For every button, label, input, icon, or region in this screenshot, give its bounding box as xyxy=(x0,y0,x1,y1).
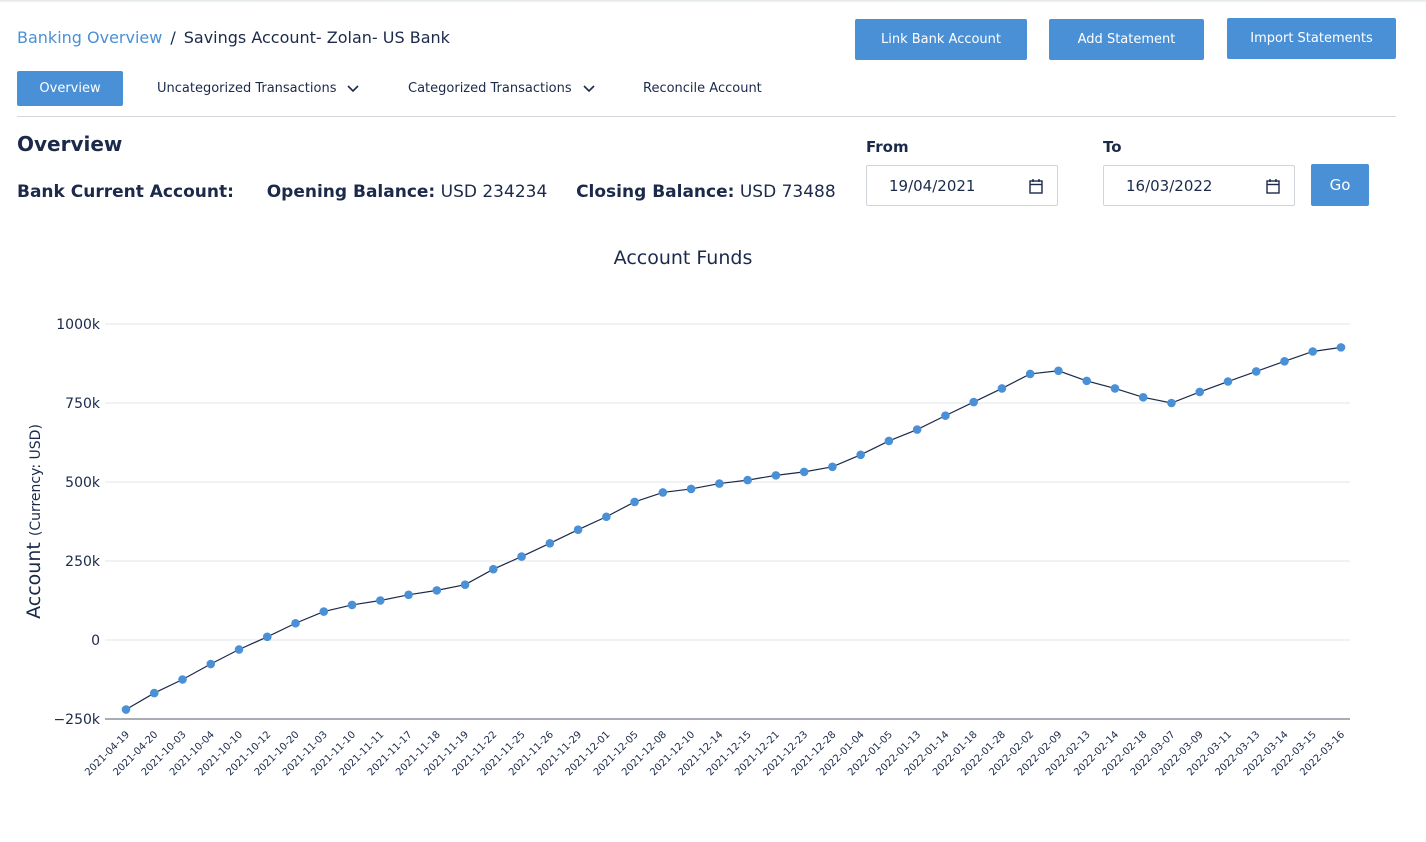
add-statement-button[interactable]: Add Statement xyxy=(1049,19,1204,60)
data-point xyxy=(178,675,187,684)
tab-categorized-transactions[interactable]: Categorized Transactions xyxy=(408,71,596,106)
data-point xyxy=(121,705,131,714)
from-date-input[interactable]: 19/04/2021 xyxy=(866,165,1058,206)
data-point xyxy=(573,525,583,535)
data-point xyxy=(969,397,978,407)
data-point xyxy=(884,436,894,446)
to-date-input[interactable]: 16/03/2022 xyxy=(1103,165,1295,206)
chevron-down-icon xyxy=(347,84,360,92)
data-point xyxy=(517,552,526,561)
y-tick-label: 500k xyxy=(65,475,101,491)
data-point xyxy=(1138,393,1148,402)
data-point xyxy=(941,411,950,420)
y-tick-label: 750k xyxy=(65,396,101,412)
calendar-icon[interactable] xyxy=(1266,178,1280,194)
data-point xyxy=(771,471,781,480)
data-point xyxy=(262,632,272,642)
account-funds-chart: Account Funds −250k 0 250k 500k 750k 1000k Acco… xyxy=(23,247,1350,778)
go-button[interactable]: Go xyxy=(1311,164,1369,206)
data-point xyxy=(545,539,555,548)
to-label: To xyxy=(1103,138,1122,156)
y-tick-label: 1000k xyxy=(56,317,101,333)
chevron-down-icon xyxy=(583,84,595,92)
data-point xyxy=(1280,356,1289,366)
series-line xyxy=(125,346,1342,711)
data-point xyxy=(319,607,329,616)
data-point xyxy=(1054,366,1063,376)
opening-balance-label: Opening Balance: xyxy=(266,182,436,202)
tab-reconcile-account[interactable]: Reconcile Account xyxy=(643,71,762,106)
data-point xyxy=(376,596,385,605)
data-point xyxy=(743,475,752,485)
from-label: From xyxy=(866,138,909,156)
calendar-icon[interactable] xyxy=(1029,178,1043,194)
data-point xyxy=(912,425,922,434)
y-axis-label: Account (Currency: USD) xyxy=(23,424,45,619)
tab-uncategorized-label: Uncategorized Transactions xyxy=(157,81,337,96)
breadcrumb-banking-overview-link[interactable]: Banking Overview xyxy=(17,28,162,47)
overview-title: Overview xyxy=(17,132,123,156)
data-point xyxy=(489,564,498,574)
data-point xyxy=(1025,369,1035,379)
data-point xyxy=(460,580,470,589)
tab-divider xyxy=(17,116,1396,117)
closing-balance-label: Closing Balance: xyxy=(576,182,735,202)
breadcrumb-current: Savings Account- Zolan- US Bank xyxy=(183,28,450,47)
chart-title: Account Funds xyxy=(614,247,753,269)
data-point xyxy=(1167,398,1176,408)
tab-uncategorized-transactions[interactable]: Uncategorized Transactions xyxy=(157,71,360,106)
data-point xyxy=(291,618,300,628)
balance-summary: Bank Current Account: Opening Balance: U… xyxy=(17,182,836,202)
tab-overview[interactable]: Overview xyxy=(17,71,123,106)
closing-balance-value: USD 73488 xyxy=(739,182,836,202)
data-point xyxy=(1195,387,1205,397)
y-tick-label: −250k xyxy=(53,712,100,728)
link-bank-account-button[interactable]: Link Bank Account xyxy=(855,19,1027,60)
y-tick-label: 250k xyxy=(65,554,101,570)
data-point xyxy=(799,467,809,477)
y-axis-label-main: Account xyxy=(23,536,45,619)
tab-overview-label: Overview xyxy=(39,81,101,96)
breadcrumb-separator: / xyxy=(170,28,176,47)
top-shadow xyxy=(0,0,1426,3)
data-point xyxy=(997,384,1007,393)
data-point xyxy=(1308,347,1318,356)
data-point xyxy=(347,600,357,610)
data-point xyxy=(828,462,837,472)
to-date-value: 16/03/2022 xyxy=(1126,176,1213,195)
data-point xyxy=(234,645,244,654)
data-point xyxy=(715,479,724,488)
tab-reconcile-label: Reconcile Account xyxy=(643,81,762,96)
data-point xyxy=(630,497,639,507)
data-point xyxy=(686,484,696,494)
data-point xyxy=(602,512,611,522)
import-statements-button[interactable]: Import Statements xyxy=(1227,18,1396,59)
data-point xyxy=(1223,377,1233,386)
data-point xyxy=(206,659,216,669)
data-point xyxy=(658,488,668,497)
data-point xyxy=(1110,384,1120,393)
data-point xyxy=(432,586,442,595)
data-point xyxy=(1082,376,1091,386)
breadcrumb: Banking Overview / Savings Account- Zolan-… xyxy=(17,28,450,47)
from-date-value: 19/04/2021 xyxy=(889,176,976,195)
opening-balance-value: USD 234234 xyxy=(440,182,548,202)
account-label: Bank Current Account: xyxy=(17,182,234,202)
data-point xyxy=(856,450,865,460)
y-tick-label: 0 xyxy=(91,633,100,649)
data-point xyxy=(1336,343,1346,352)
data-point xyxy=(1251,367,1261,376)
data-point xyxy=(404,590,413,600)
data-point xyxy=(149,688,159,698)
y-axis-label-unit: (Currency: USD) xyxy=(28,424,44,536)
tab-categorized-label: Categorized Transactions xyxy=(408,81,572,96)
